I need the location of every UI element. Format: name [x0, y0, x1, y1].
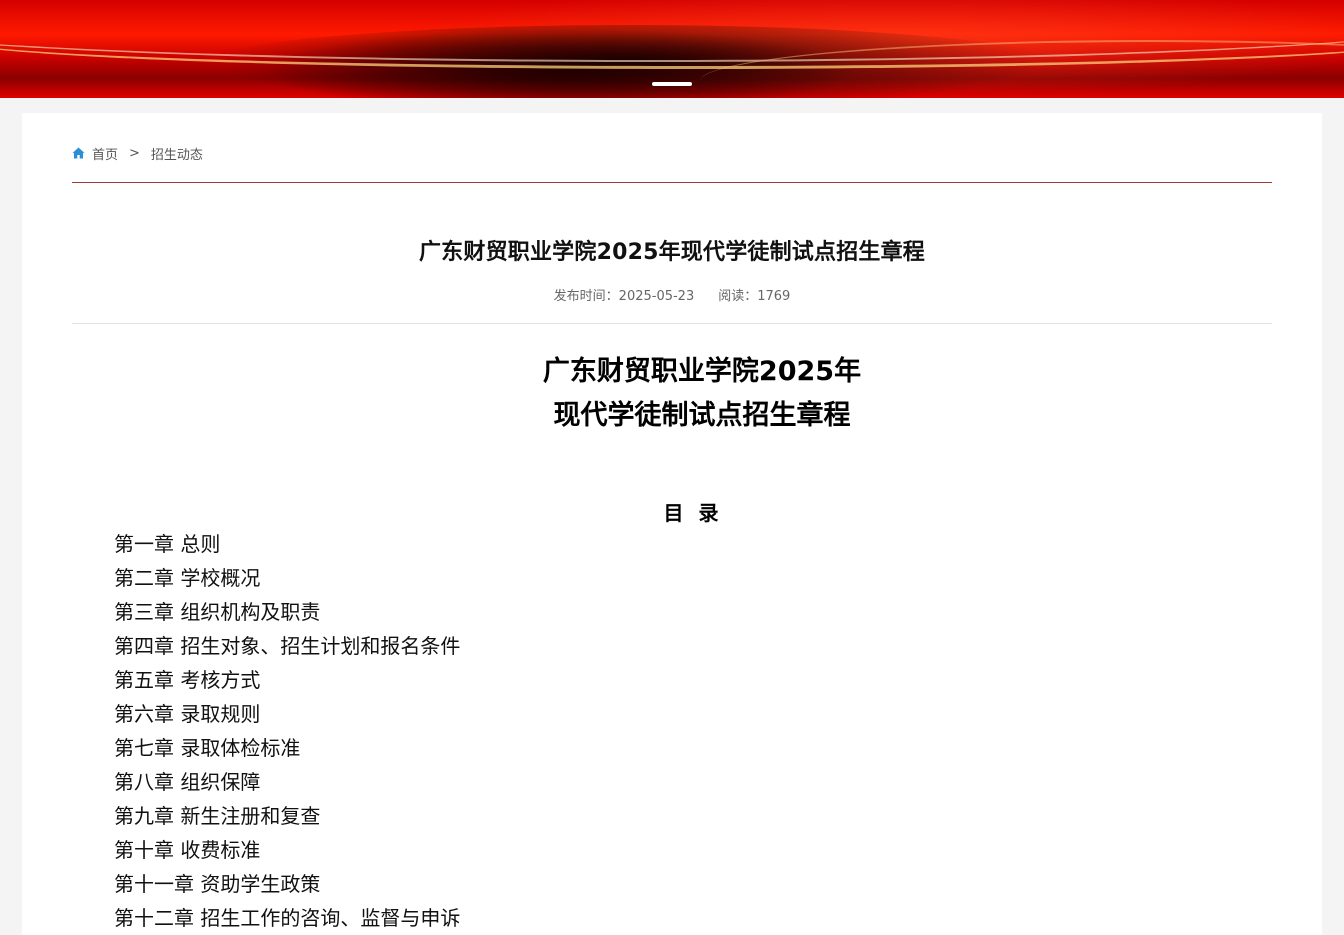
breadcrumb-home-link[interactable]: 首页 — [92, 144, 118, 163]
meta-divider — [72, 323, 1272, 324]
toc-item: 第六章 录取规则 — [114, 702, 261, 726]
read-count: 阅读：1769 — [718, 289, 791, 304]
header-banner — [0, 0, 1344, 98]
toc-heading: 目 录 — [663, 501, 723, 525]
toc-item: 第七章 录取体检标准 — [114, 736, 301, 760]
breadcrumb-current-link[interactable]: 招生动态 — [151, 144, 203, 163]
header-divider — [72, 182, 1272, 183]
home-icon[interactable] — [72, 147, 85, 159]
document-title-line: 现代学徒制试点招生章程 — [553, 400, 851, 431]
toc-item: 第十章 收费标准 — [114, 838, 261, 862]
article-title: 广东财贸职业学院2025年现代学徒制试点招生章程 — [418, 240, 926, 265]
article-meta: 发布时间：2025-05-23 阅读：1769 — [72, 285, 1272, 304]
toc-item: 第一章 总则 — [114, 532, 221, 556]
toc-item: 第十一章 资助学生政策 — [114, 872, 321, 896]
carousel-indicator[interactable] — [652, 82, 692, 86]
toc-item: 第三章 组织机构及职责 — [114, 600, 321, 624]
toc-item: 第八章 组织保障 — [114, 770, 261, 794]
toc-item: 第五章 考核方式 — [114, 668, 261, 692]
content-panel: 首页 > 招生动态 广东财贸职业学院2025年现代学徒制试点招生章程 发布时间：… — [22, 113, 1322, 935]
toc-item: 第九章 新生注册和复查 — [114, 804, 321, 828]
document-title: 广东财贸职业学院2025年 现代学徒制试点招生章程 — [272, 350, 1132, 438]
publish-date: 发布时间：2025-05-23 — [553, 289, 695, 304]
table-of-contents: 第一章 总则 第二章 学校概况 第三章 组织机构及职责 第四章 招生对象、招生计… — [114, 527, 460, 935]
toc-item: 第二章 学校概况 — [114, 566, 261, 590]
toc-item: 第四章 招生对象、招生计划和报名条件 — [114, 634, 461, 658]
breadcrumb-separator: > — [129, 145, 140, 161]
breadcrumb: 首页 > 招生动态 — [72, 144, 203, 163]
toc-item: 第十二章 招生工作的咨询、监督与申诉 — [114, 906, 461, 930]
document-title-line: 广东财贸职业学院2025年 — [542, 356, 862, 387]
